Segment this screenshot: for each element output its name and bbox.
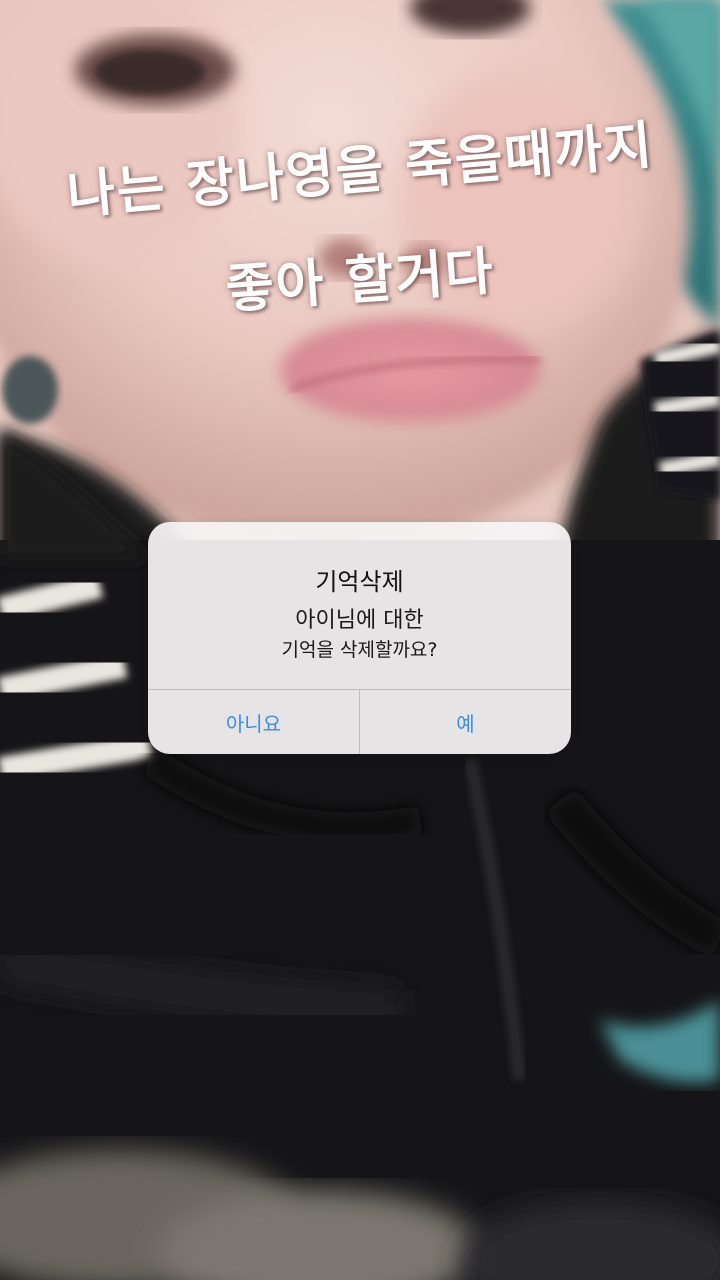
alert-message-line-2: 기억을 삭제할까요?	[281, 639, 438, 661]
alert-body: 기억삭제 아이님에 대한 기억을 삭제할까요?	[148, 522, 571, 689]
alert-message-line-1: 아이님에 대한	[295, 608, 424, 633]
confirm-button[interactable]: 예	[359, 690, 571, 754]
cancel-button[interactable]: 아니요	[148, 690, 359, 754]
alert-title: 기억삭제	[315, 568, 404, 596]
alert-actions: 아니요 예	[148, 689, 571, 754]
alert-dialog: 기억삭제 아이님에 대한 기억을 삭제할까요? 아니요 예	[148, 522, 571, 754]
screen: 나는 장나영을 죽을때까지 좋아 할거다 기억삭제 아이님에 대한 기억을 삭제…	[0, 0, 720, 1280]
